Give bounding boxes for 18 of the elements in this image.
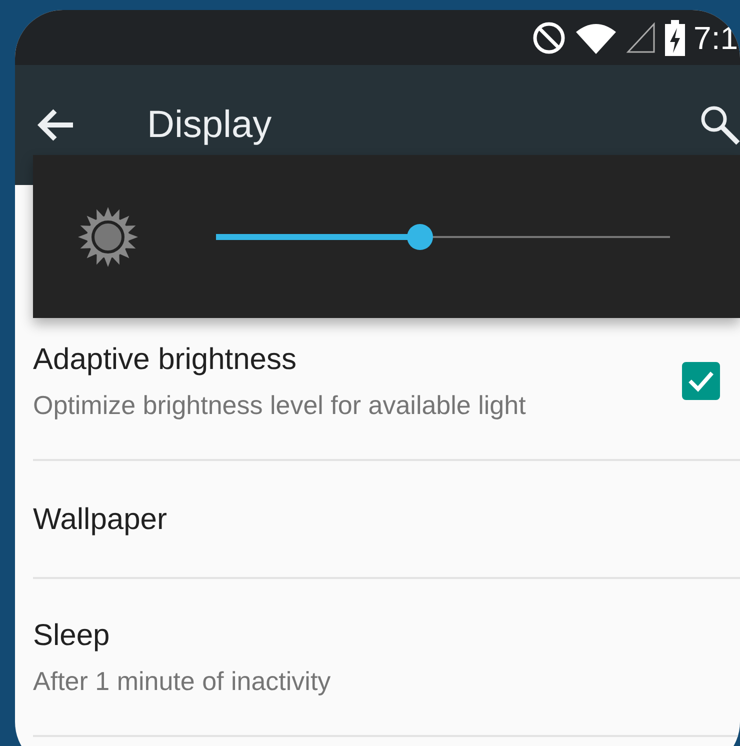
item-summary: Optimize brightness level for available light (33, 389, 527, 422)
item-title: Adaptive brightness (33, 342, 298, 378)
slider-thumb[interactable] (407, 224, 434, 250)
signal-icon (626, 22, 656, 54)
brightness-icon (78, 206, 138, 266)
search-button[interactable] (700, 105, 740, 145)
checkbox[interactable] (682, 362, 720, 400)
page-title: Display (147, 102, 273, 148)
item-title: Wallpaper (33, 502, 168, 538)
settings-item[interactable]: Wallpaper (33, 461, 740, 579)
status-time: 7:1 (694, 18, 738, 58)
settings-item[interactable]: Sleep After 1 minute of inactivity (33, 579, 740, 737)
item-summary: After 1 minute of inactivity (33, 665, 332, 698)
checkmark-icon (687, 369, 715, 393)
battery-charging-icon (664, 20, 686, 56)
wifi-icon (574, 22, 618, 54)
do-not-disturb-icon (532, 20, 566, 54)
item-title: Sleep (33, 618, 111, 654)
